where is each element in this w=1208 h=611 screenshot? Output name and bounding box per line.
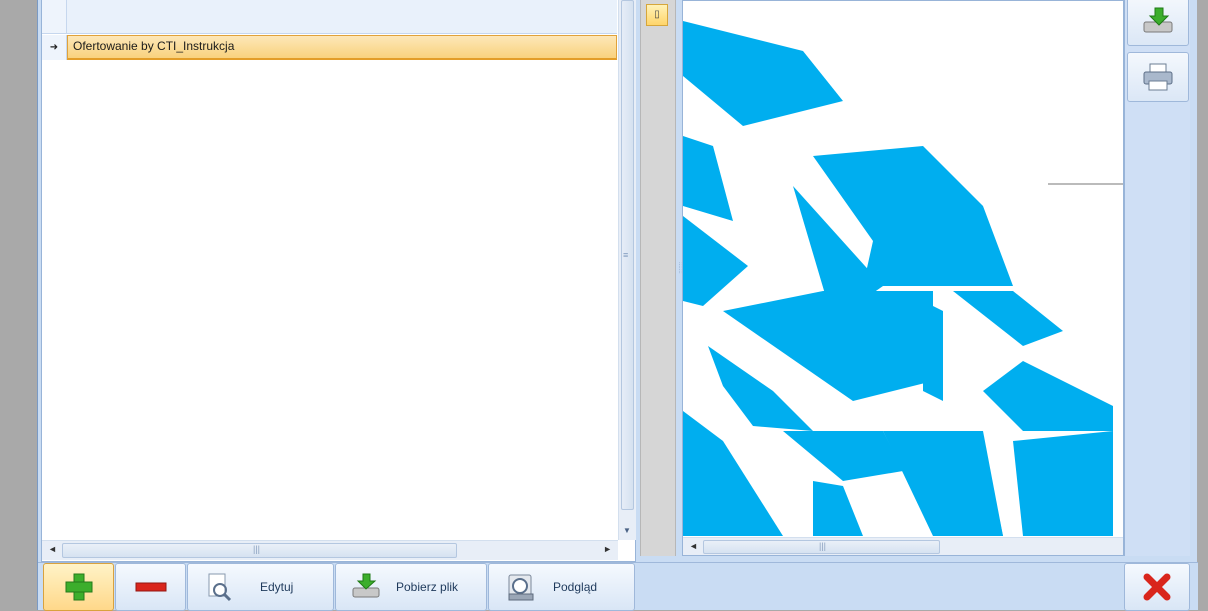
scroll-left-arrow-icon[interactable]: ◄: [48, 544, 57, 554]
save-to-disk-button[interactable]: [1127, 0, 1189, 46]
grid-horizontal-scroll-thumb[interactable]: |||: [62, 543, 457, 558]
edit-button[interactable]: Edytuj: [187, 563, 334, 611]
documents-grid: ➜ Ofertowanie by CTI_Instrukcja ≡ ▼ ◄ ||…: [41, 0, 636, 562]
edit-button-label: Edytuj: [260, 580, 294, 594]
grid-horizontal-scrollbar[interactable]: ◄ ||| ►: [42, 540, 618, 560]
download-file-button-label: Pobierz plik: [396, 580, 459, 594]
edit-icon: [208, 573, 232, 602]
download-icon: [352, 573, 380, 598]
add-icon: [65, 573, 92, 601]
preview-button-label: Podgląd: [553, 580, 598, 594]
preview-horizontal-scrollbar[interactable]: ◄ |||: [683, 537, 1123, 555]
remove-icon: [135, 582, 166, 592]
scroll-right-arrow-icon[interactable]: ►: [603, 544, 612, 554]
preview-actions-panel: [1124, 0, 1190, 556]
scroll-down-arrow-icon[interactable]: ▼: [623, 526, 631, 535]
close-icon: [1143, 573, 1171, 601]
save-download-icon: [1143, 7, 1173, 33]
printer-icon: [1143, 63, 1173, 91]
document-window: ➜ Ofertowanie by CTI_Instrukcja ≡ ▼ ◄ ||…: [37, 0, 1198, 611]
preview-logo-image: [683, 21, 1123, 536]
preview-icon: [508, 574, 534, 601]
print-button[interactable]: [1127, 52, 1189, 102]
remove-button[interactable]: [115, 563, 186, 611]
grid-vertical-scrollbar[interactable]: ≡ ▼: [618, 0, 636, 540]
pin-icon[interactable]: ▯: [646, 4, 668, 26]
scroll-grip-icon: |||: [253, 544, 261, 554]
add-button[interactable]: [43, 563, 114, 611]
grid-header-row: [42, 0, 617, 34]
collapsed-side-panel: ▯: [640, 0, 676, 556]
preview-horizontal-scroll-thumb[interactable]: |||: [703, 540, 940, 554]
document-name-cell[interactable]: Ofertowanie by CTI_Instrukcja: [67, 35, 617, 60]
scroll-grip-icon: |||: [819, 541, 827, 551]
scroll-left-arrow-icon[interactable]: ◄: [689, 541, 698, 551]
scroll-grip-icon: ≡: [623, 250, 629, 260]
bottom-toolbar: Edytuj Pobierz plik Podgląd: [38, 562, 1198, 611]
document-preview: ◄ |||: [682, 0, 1124, 556]
table-row[interactable]: ➜ Ofertowanie by CTI_Instrukcja: [42, 35, 617, 60]
row-current-indicator-icon: ➜: [42, 35, 67, 60]
download-file-button[interactable]: Pobierz plik: [335, 563, 487, 611]
row-indicator-column: [42, 0, 67, 33]
preview-button[interactable]: Podgląd: [488, 563, 635, 611]
close-button[interactable]: [1124, 563, 1190, 611]
